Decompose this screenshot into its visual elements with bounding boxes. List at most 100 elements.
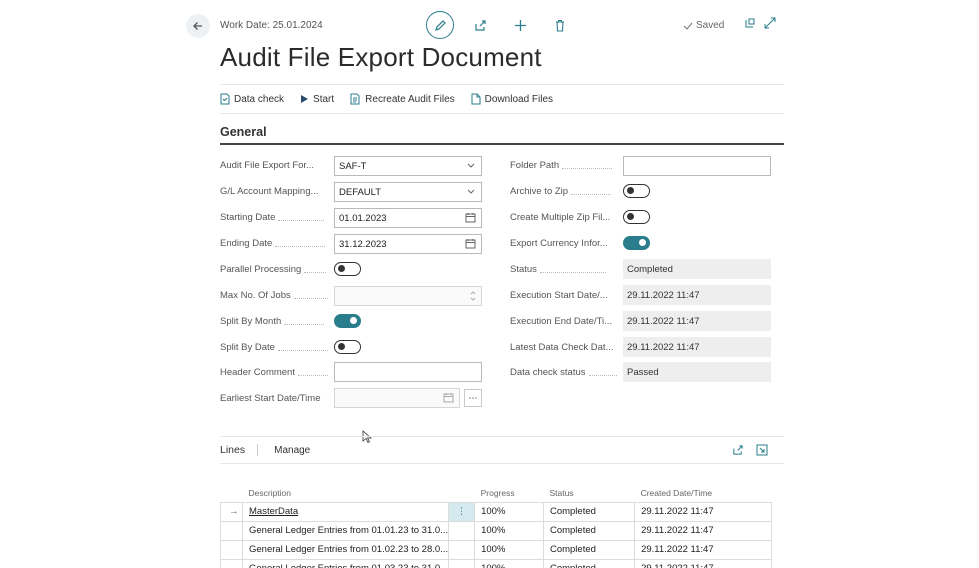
new-button[interactable] <box>510 15 530 35</box>
window-controls <box>744 17 776 29</box>
column-header-created[interactable]: Created Date/Time <box>635 484 772 502</box>
latest-data-check-label: Latest Data Check Dat... <box>510 342 614 353</box>
status-value: Completed <box>627 263 673 275</box>
row-description[interactable]: General Ledger Entries from 01.02.23 to … <box>241 539 450 560</box>
row-created: 29.11.2022 11:47 <box>634 520 772 541</box>
row-created: 29.11.2022 11:47 <box>634 501 772 522</box>
saved-label: Saved <box>696 20 725 31</box>
export-currency-label: Export Currency Infor... <box>510 238 608 249</box>
export-currency-label-text: Export Currency Infor... <box>510 238 608 249</box>
column-header-progress[interactable]: Progress <box>475 484 544 502</box>
work-date: Work Date: 25.01.2024 <box>220 20 323 31</box>
column-header-status[interactable]: Status <box>543 484 634 502</box>
column-header-menu <box>449 484 475 502</box>
calendar-icon[interactable] <box>465 238 476 249</box>
multiple-zip-label: Create Multiple Zip Fil... <box>510 212 610 223</box>
row-progress: 100% <box>474 539 544 560</box>
folder-path-input[interactable] <box>623 156 771 176</box>
share-icon <box>474 19 486 31</box>
header-comment-label-text: Header Comment <box>220 367 295 378</box>
column-header-description[interactable]: Description <box>243 484 449 502</box>
latest-data-check-label-text: Latest Data Check Dat... <box>510 342 614 353</box>
archive-to-zip-label-text: Archive to Zip <box>510 186 569 197</box>
expand-icon[interactable] <box>764 17 776 29</box>
start-button[interactable]: Start <box>300 94 334 105</box>
latest-data-check-value-box: 29.11.2022 11:47 <box>623 337 771 357</box>
data-check-button[interactable]: Data check <box>220 93 284 105</box>
starting-date-input[interactable]: 01.01.2023 <box>334 208 482 228</box>
download-files-button[interactable]: Download Files <box>471 93 553 105</box>
label-leader <box>588 375 617 376</box>
table-row[interactable]: General Ledger Entries from 01.03.23 to … <box>220 558 772 568</box>
label-leader <box>571 194 612 195</box>
ending-date-input[interactable]: 31.12.2023 <box>334 234 482 254</box>
row-status: Completed <box>542 501 636 522</box>
format-select[interactable]: SAF-T <box>334 156 482 176</box>
collapse-icon[interactable] <box>756 444 768 456</box>
download-icon <box>471 93 481 105</box>
execution-end-label-text: Execution End Date/Ti... <box>510 316 613 327</box>
archive-to-zip-toggle[interactable] <box>623 184 650 198</box>
row-status: Completed <box>542 539 636 560</box>
stepper-icon <box>470 291 476 301</box>
max-jobs-label: Max No. Of Jobs <box>220 290 328 301</box>
play-icon <box>301 95 309 103</box>
label-leader <box>539 272 606 273</box>
label-leader <box>297 375 328 376</box>
table-row[interactable]: General Ledger Entries from 01.02.23 to … <box>220 539 772 560</box>
ending-date-value: 31.12.2023 <box>339 238 387 250</box>
edit-button[interactable] <box>426 11 454 39</box>
export-currency-toggle[interactable] <box>623 236 650 250</box>
data-check-status-value-box: Passed <box>623 362 771 382</box>
lines-tab[interactable]: Lines <box>220 444 259 456</box>
starting-date-label-text: Starting Date <box>220 212 276 223</box>
row-description[interactable]: General Ledger Entries from 01.01.23 to … <box>241 520 450 541</box>
pencil-icon <box>434 19 446 31</box>
multiple-zip-toggle[interactable] <box>623 210 650 224</box>
data-check-status-label: Data check status <box>510 367 617 378</box>
label-leader <box>293 298 328 299</box>
lines-toolbar <box>732 444 768 456</box>
split-by-date-toggle[interactable] <box>334 340 361 354</box>
row-description[interactable]: General Ledger Entries from 01.03.23 to … <box>241 558 450 568</box>
recreate-audit-files-label: Recreate Audit Files <box>365 93 455 105</box>
manage-tab[interactable]: Manage <box>274 445 310 456</box>
start-label: Start <box>313 93 335 105</box>
row-indicator <box>220 558 243 568</box>
row-indicator <box>220 520 243 541</box>
row-description-link[interactable]: MasterData <box>241 501 450 522</box>
plus-icon <box>514 19 526 31</box>
open-new-window-icon[interactable] <box>744 17 756 29</box>
delete-button[interactable] <box>550 15 570 35</box>
label-leader <box>278 220 325 221</box>
share-button[interactable] <box>470 15 490 35</box>
starting-date-value: 01.01.2023 <box>339 212 387 224</box>
row-menu-button[interactable]: ⋮ <box>448 501 476 522</box>
status-label-text: Status <box>510 264 537 275</box>
mapping-label-text: G/L Account Mapping... <box>220 186 319 197</box>
calendar-icon[interactable] <box>443 392 454 403</box>
earliest-start-input[interactable] <box>334 388 460 408</box>
data-check-label: Data check <box>234 93 285 105</box>
split-by-month-toggle[interactable] <box>334 314 361 328</box>
row-created: 29.11.2022 11:47 <box>634 539 772 560</box>
earliest-start-more-button[interactable] <box>464 389 482 407</box>
max-jobs-input[interactable] <box>334 286 482 306</box>
parallel-processing-toggle[interactable] <box>334 262 361 276</box>
header-comment-input[interactable] <box>334 362 482 382</box>
status-value-box: Completed <box>623 259 771 279</box>
calendar-icon[interactable] <box>465 212 476 223</box>
back-button[interactable] <box>186 14 210 38</box>
row-menu-cell <box>448 520 476 541</box>
recreate-audit-files-button[interactable]: Recreate Audit Files <box>350 93 455 105</box>
share-icon[interactable] <box>732 444 744 456</box>
ellipsis-icon <box>469 397 477 399</box>
header-comment-label: Header Comment <box>220 367 328 378</box>
label-leader <box>275 246 326 247</box>
row-menu-cell <box>448 558 476 568</box>
column-header-indicator <box>221 484 243 502</box>
mapping-select[interactable]: DEFAULT <box>334 182 482 202</box>
table-row[interactable]: → MasterData ⋮ 100% Completed 29.11.2022… <box>220 501 772 522</box>
table-row[interactable]: General Ledger Entries from 01.01.23 to … <box>220 520 772 541</box>
page-title: Audit File Export Document <box>220 42 542 72</box>
